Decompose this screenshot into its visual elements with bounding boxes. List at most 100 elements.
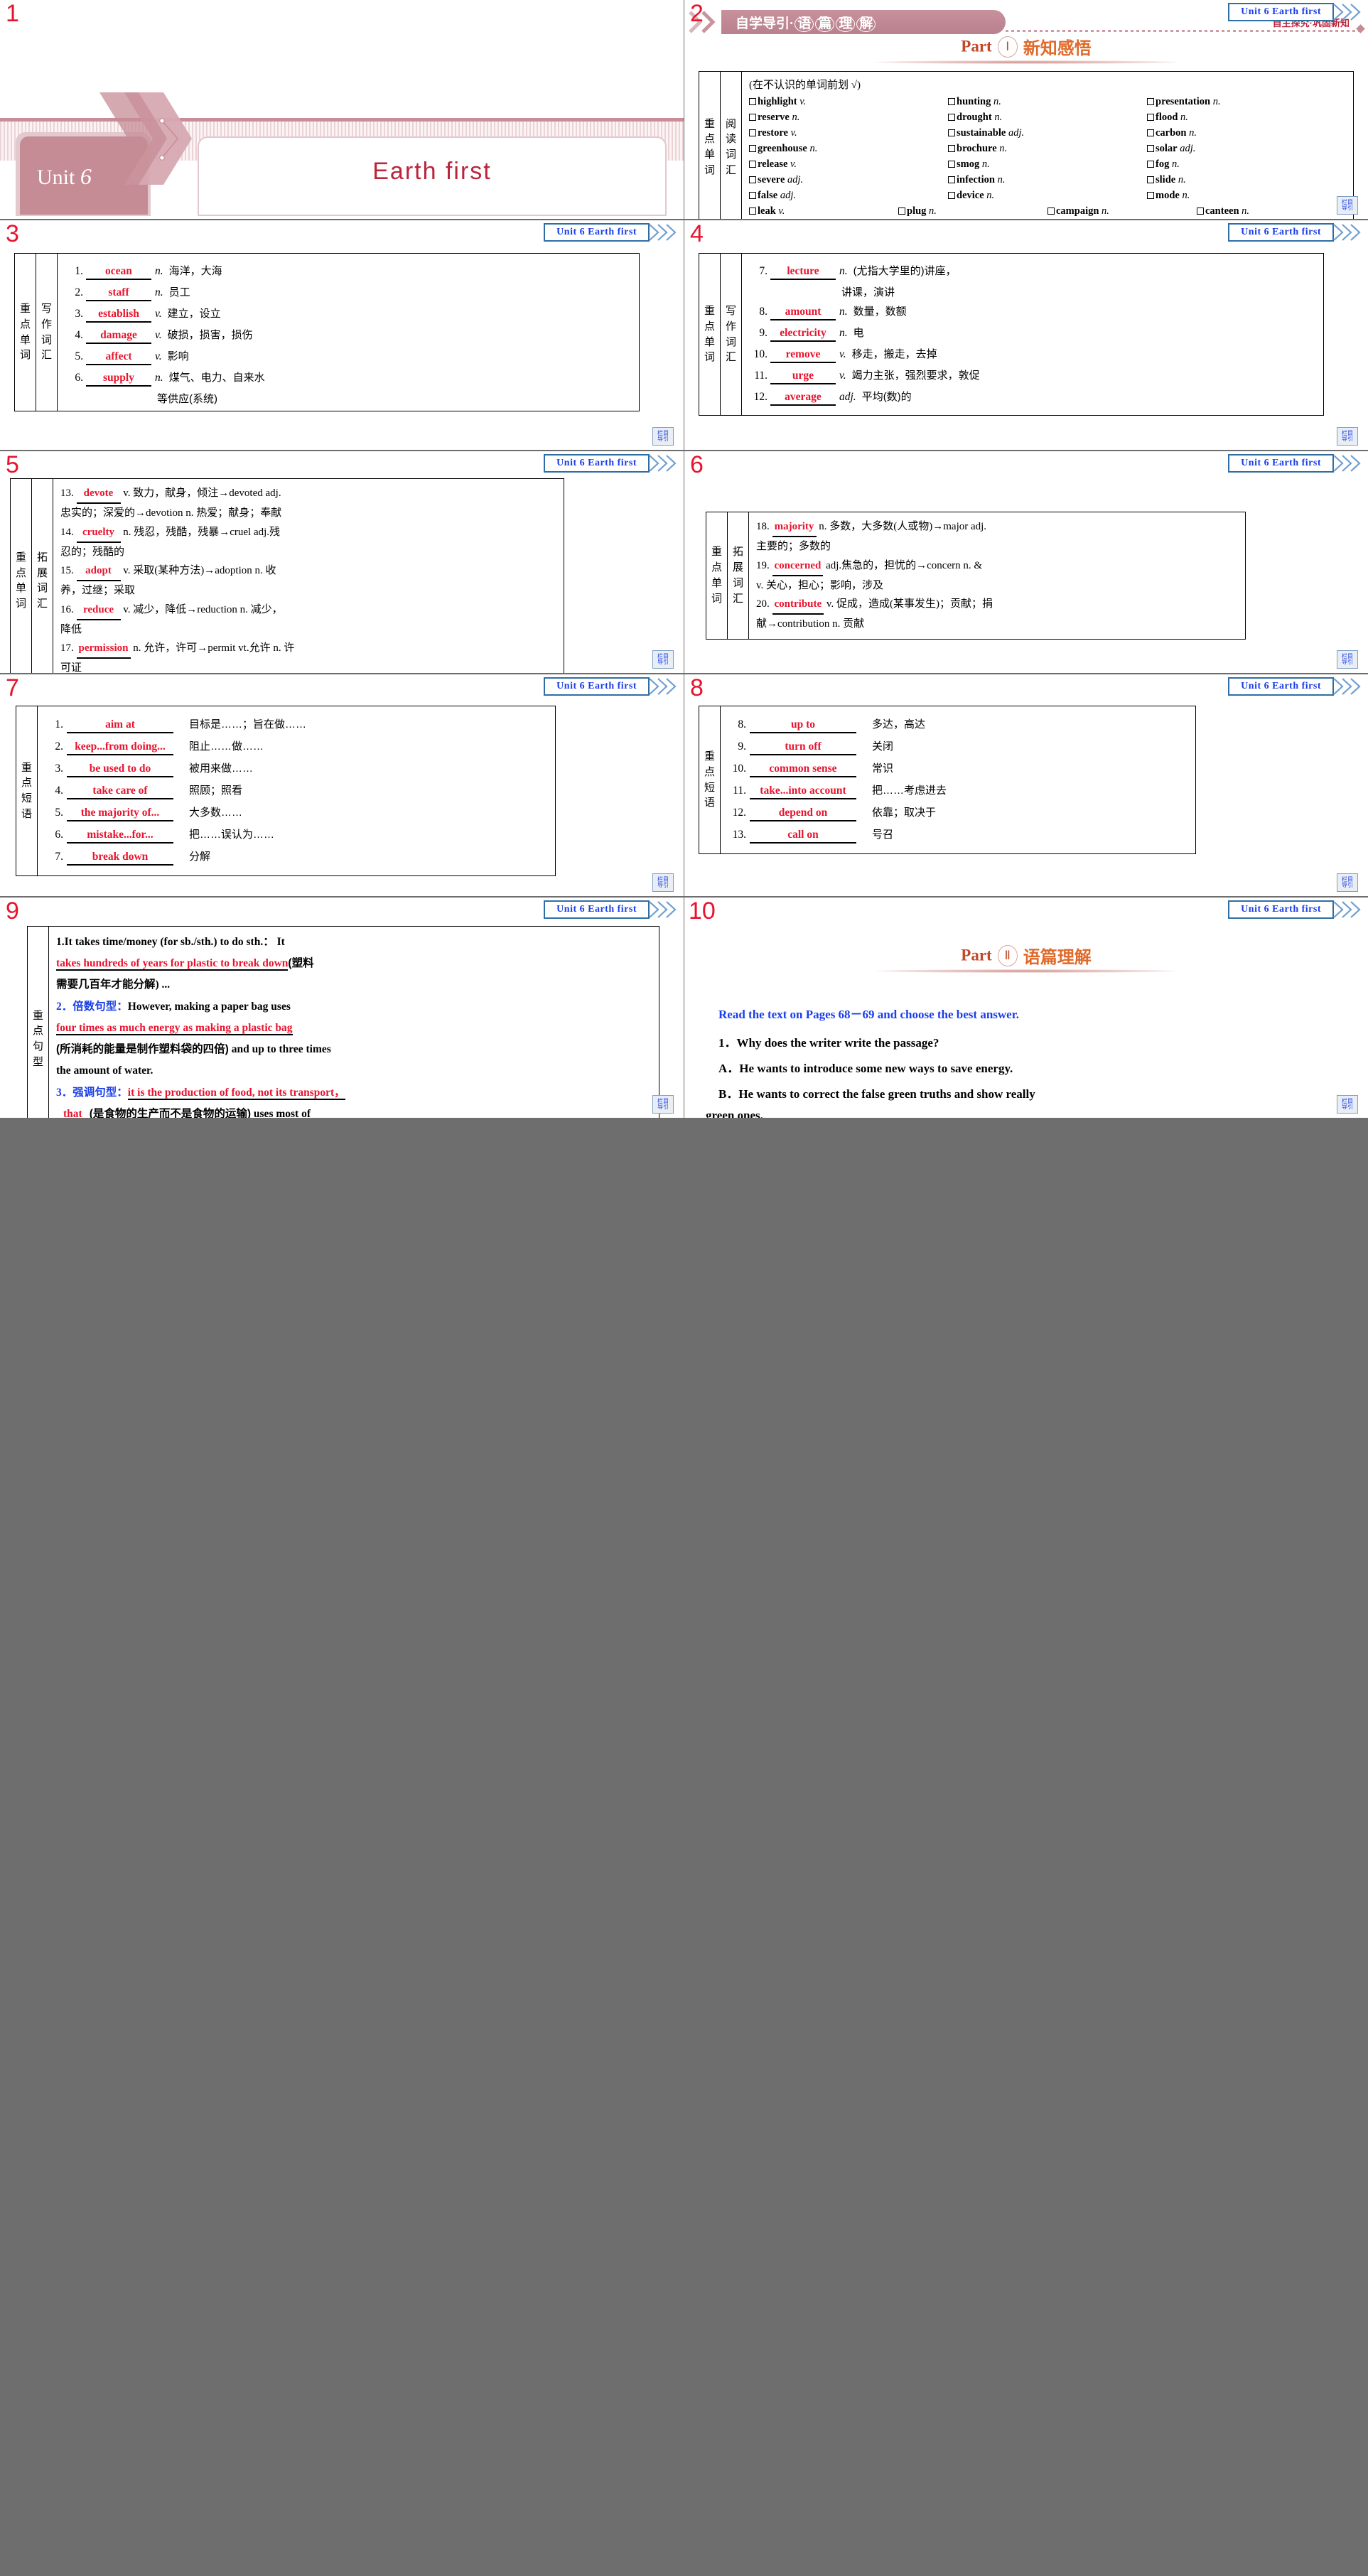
corner-nav-tab[interactable]: 栏目 导引 [1337,650,1358,669]
row-index: 19. [756,559,770,571]
unit-banner: Unit 6 Earth first [544,900,677,919]
corner-nav-tab[interactable]: 栏目 导引 [652,873,674,892]
extend-row: 19. concerned adj.焦急的，担忧的→concern n. & [756,556,1238,576]
checkbox-icon[interactable] [1147,145,1154,152]
checkbox-icon[interactable] [948,145,955,152]
corner-nav-tab[interactable]: 栏目 导引 [1337,196,1358,215]
checklist-item[interactable]: campaign n. [1047,205,1197,217]
checklist-item[interactable]: device n. [948,190,1147,202]
checkbox-icon[interactable] [749,192,756,199]
checkbox-icon[interactable] [948,129,955,136]
row-index: 8. [738,718,746,731]
checklist-item[interactable]: severe adj. [749,174,948,186]
corner-nav-tab[interactable]: 栏目 导引 [652,650,674,669]
phrase-row: 11. take...into account 把……考虑进去 [728,782,1188,799]
unit-number: 6 [80,163,92,189]
slide-number: 7 [6,674,19,701]
checkbox-icon[interactable] [898,208,905,215]
phrase-row: 7. break down 分解 [45,848,548,866]
checkbox-icon[interactable] [948,98,955,105]
checkbox-icon[interactable] [948,192,955,199]
checklist-item[interactable]: presentation n. [1147,96,1346,108]
checkbox-icon[interactable] [1197,208,1204,215]
checkbox-icon[interactable] [749,114,756,121]
checkbox-icon[interactable] [948,114,955,121]
checkbox-icon[interactable] [1147,176,1154,183]
row-index: 2. [55,740,63,753]
row-rest: 养，过继；采取 [60,585,136,597]
checklist-item[interactable]: hunting n. [948,96,1147,108]
option-a[interactable]: A．He wants to introduce some new ways to… [718,1060,1347,1078]
corner-nav-tab[interactable]: 栏目 导引 [1337,873,1358,892]
word-row: 3. establish v. 建立，设立 [65,306,632,323]
checkbox-icon[interactable] [1147,98,1154,105]
word-row: 6. supply n. 煤气、电力、自来水 [65,370,632,387]
part-chinese-title: 语篇理解 [1023,948,1092,967]
word-pos: n. [1180,112,1188,123]
meaning-cn: 移走，搬走，去掉 [851,348,937,360]
ribbon-circle-2: 篇 [815,16,835,32]
checklist-item[interactable]: release v. [749,158,948,171]
checklist-item[interactable]: greenhouse n. [749,143,948,155]
corner-nav-tab[interactable]: 栏目 导引 [652,1095,674,1114]
word-text: canteen [1205,205,1239,217]
checkbox-icon[interactable] [749,145,756,152]
checkbox-icon[interactable] [749,176,756,183]
checklist-item[interactable]: canteen n. [1197,205,1346,217]
checkbox-icon[interactable] [948,161,955,168]
checkbox-icon[interactable] [749,98,756,105]
checklist-item[interactable]: restore v. [749,127,948,139]
checkbox-icon[interactable] [749,208,756,215]
unit-banner-label: Unit 6 Earth first [1228,900,1334,919]
table-label-phrase: 重点短语 [699,706,721,854]
corner-nav-tab[interactable]: 栏目 导引 [1337,427,1358,446]
checkbox-icon[interactable] [1147,192,1154,199]
checklist-item[interactable]: carbon n. [1147,127,1346,139]
checkbox-icon[interactable] [1047,208,1055,215]
word-row: 5. affect v. 影响 [65,348,632,365]
pos-tag: n. [155,265,163,277]
word-text: device [957,190,984,201]
row-index: 14. [60,526,74,538]
sentences-cell: 1.It takes time/money (for sb./sth.) to … [48,925,659,1118]
checklist-item[interactable]: brochure n. [948,143,1147,155]
checklist-item[interactable]: fog n. [1147,158,1346,171]
word-pos: n. [792,112,800,123]
checkbox-icon[interactable] [1147,114,1154,121]
corner-nav-tab[interactable]: 栏目 导引 [1337,1095,1358,1114]
checklist-item[interactable]: infection n. [948,174,1147,186]
checklist-item[interactable]: solar adj. [1147,143,1346,155]
extend-row: 20. contribute v. 促成，造成(某事发生)；贡献；捐 [756,595,1238,615]
row-rest: 忍的；残酷的 [60,546,125,558]
checklist-item[interactable]: flood n. [1147,112,1346,124]
checklist-item[interactable]: drought n. [948,112,1147,124]
continuation-line: 等供应(系统) [157,393,217,405]
checklist-item[interactable]: smog n. [948,158,1147,171]
checklist-item[interactable]: highlight v. [749,96,948,108]
row-index: 3. [55,762,63,775]
word-pos: adj. [1180,143,1196,154]
checkbox-icon[interactable] [749,129,756,136]
phrase-row: 8. up to 多达，高达 [728,716,1188,733]
option-b[interactable]: B．He wants to correct the false green tr… [718,1085,1347,1104]
checkbox-icon[interactable] [1147,161,1154,168]
checklist-item[interactable]: mode n. [1147,190,1346,202]
checklist-item[interactable]: leak v. [749,205,898,217]
checklist-hint: (在不认识的单词前划 √) [749,80,861,91]
table-label-writing: 写作词汇 [720,253,742,416]
checkbox-icon[interactable] [1147,129,1154,136]
answer-blank: reduce [76,600,121,620]
checklist-item[interactable]: plug n. [898,205,1047,217]
checkbox-icon[interactable] [948,176,955,183]
part-chinese-title: 新知感悟 [1023,39,1092,58]
checklist-item[interactable]: sustainable adj. [948,127,1147,139]
word-pos: n. [993,96,1001,107]
row-index: 12. [753,391,768,403]
corner-nav-tab[interactable]: 栏目 导引 [652,427,674,446]
checklist-item[interactable]: slide n. [1147,174,1346,186]
writing-words-table: 重点单词 写作词汇 1. ocean n. 海洋，大海 2. staff n. 员工 3. e… [14,253,640,411]
checklist-item[interactable]: reserve n. [749,112,948,124]
checklist-item[interactable]: false adj. [749,190,948,202]
sentence-3-blank: that (是食物的生产而不是食物的运输) uses most of [56,1104,652,1118]
checkbox-icon[interactable] [749,161,756,168]
